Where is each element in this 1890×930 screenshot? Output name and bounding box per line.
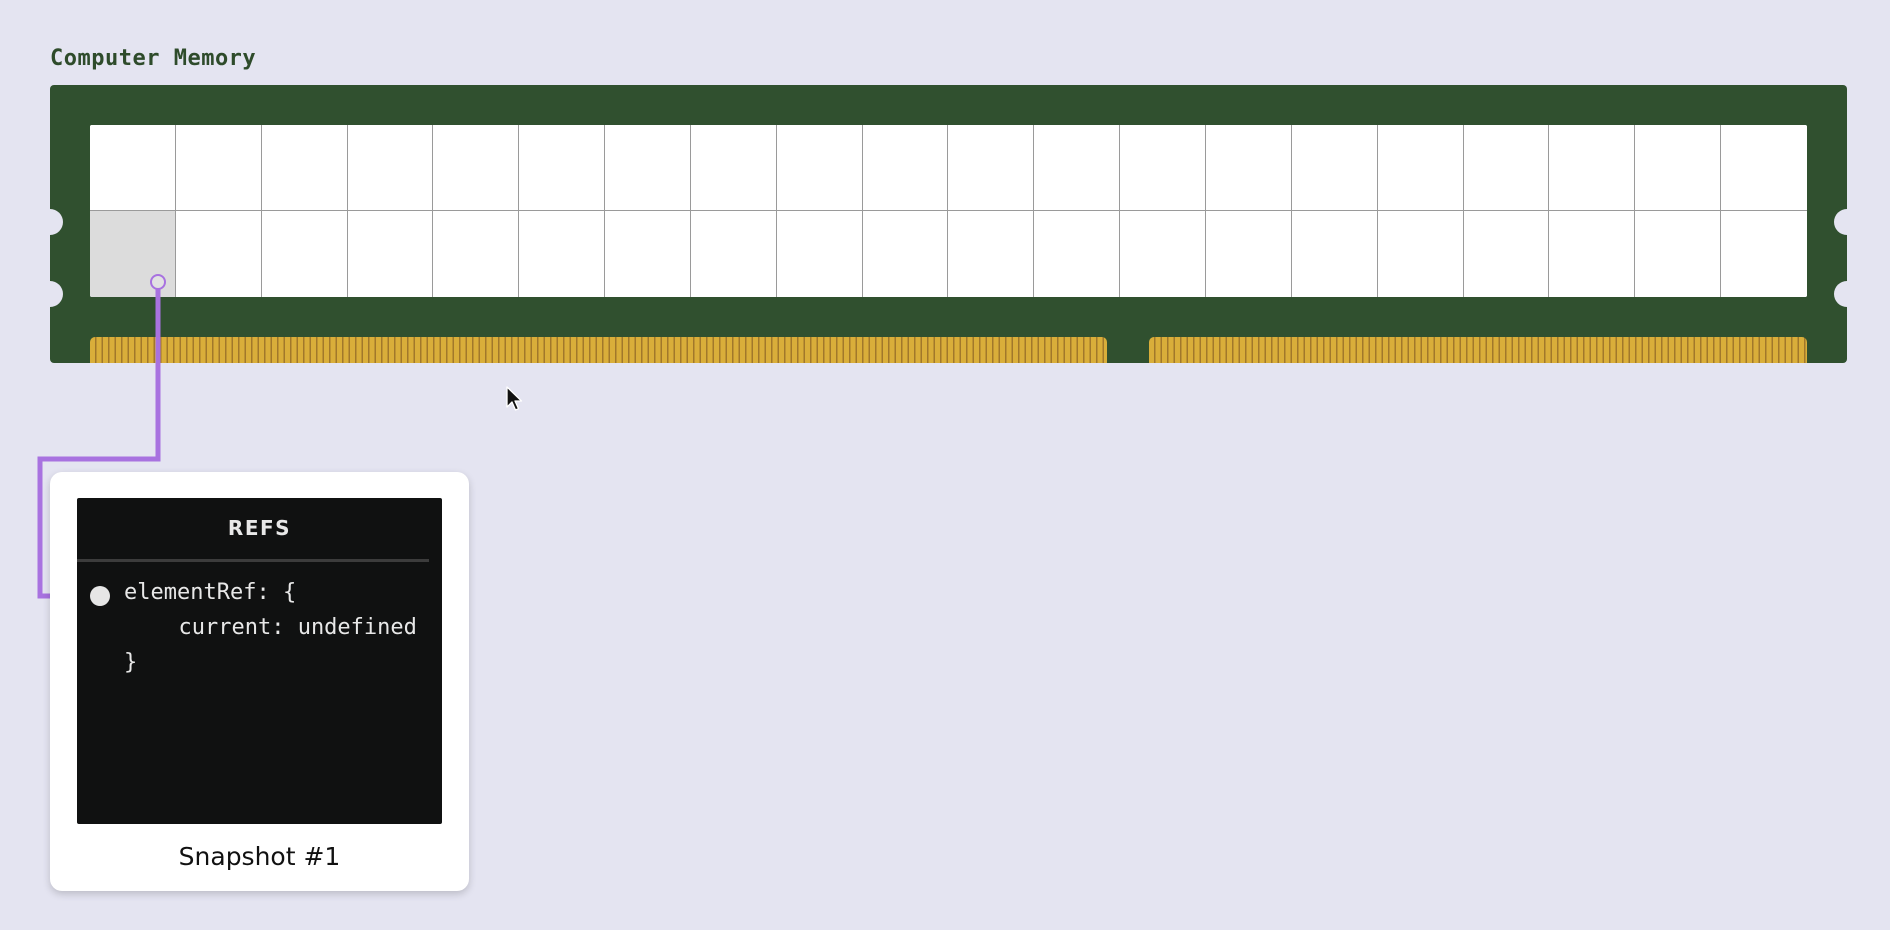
memory-cell[interactable] [175,125,262,211]
memory-cell[interactable] [948,211,1035,297]
memory-cell[interactable] [261,211,348,297]
memory-cell[interactable] [1034,211,1121,297]
memory-cell[interactable] [1206,125,1292,211]
memory-cell[interactable] [90,125,176,211]
memory-cell[interactable] [1721,211,1807,297]
memory-cell[interactable] [776,125,863,211]
memory-cell[interactable] [175,211,262,297]
memory-cell[interactable] [433,211,520,297]
snapshot-card[interactable]: REFS elementRef: { current: undefined } … [50,472,469,891]
memory-cell[interactable] [433,125,520,211]
gold-contacts-left [90,337,1107,363]
code-line: current: undefined [152,615,417,640]
memory-cell-grid [90,125,1807,297]
memory-cell[interactable] [1120,125,1207,211]
snapshot-label: Snapshot #1 [178,842,341,871]
memory-cell[interactable] [1206,211,1292,297]
refs-title: REFS [227,516,292,540]
arrow-cursor-icon [506,386,523,411]
memory-cell[interactable] [1291,125,1378,211]
memory-cell[interactable] [690,211,777,297]
memory-cell[interactable] [605,211,691,297]
memory-cell[interactable] [1549,125,1636,211]
memory-cell[interactable] [690,125,777,211]
board-notch [37,209,63,235]
memory-cell[interactable] [347,211,434,297]
memory-cell[interactable] [1721,125,1807,211]
memory-cell[interactable] [1635,125,1722,211]
memory-cell[interactable] [1291,211,1378,297]
memory-cell[interactable] [347,125,434,211]
memory-cell[interactable] [862,125,949,211]
code-line: } [124,650,138,675]
memory-cell[interactable] [519,125,606,211]
memory-cell[interactable] [1034,125,1121,211]
memory-cell[interactable] [1463,125,1550,211]
refs-panel: REFS elementRef: { current: undefined } [77,498,442,824]
memory-cell[interactable] [605,125,691,211]
memory-cell[interactable] [948,125,1035,211]
memory-cell[interactable] [862,211,949,297]
memory-cell[interactable] [261,125,348,211]
gold-contacts-right [1149,337,1807,363]
refs-divider [77,559,429,562]
memory-title: Computer Memory [50,46,257,71]
ram-module [37,85,1860,363]
memory-cell-active[interactable] [90,211,176,297]
memory-cell[interactable] [1120,211,1207,297]
memory-cell[interactable] [1463,211,1550,297]
memory-cell[interactable] [776,211,863,297]
memory-cell[interactable] [1377,125,1464,211]
memory-cell[interactable] [519,211,606,297]
memory-cell[interactable] [1377,211,1464,297]
memory-cell[interactable] [1549,211,1636,297]
code-line: elementRef: { [124,580,297,605]
memory-cell[interactable] [1635,211,1722,297]
board-notch [1834,209,1860,235]
board-notch [37,281,63,307]
board-notch [1834,281,1860,307]
